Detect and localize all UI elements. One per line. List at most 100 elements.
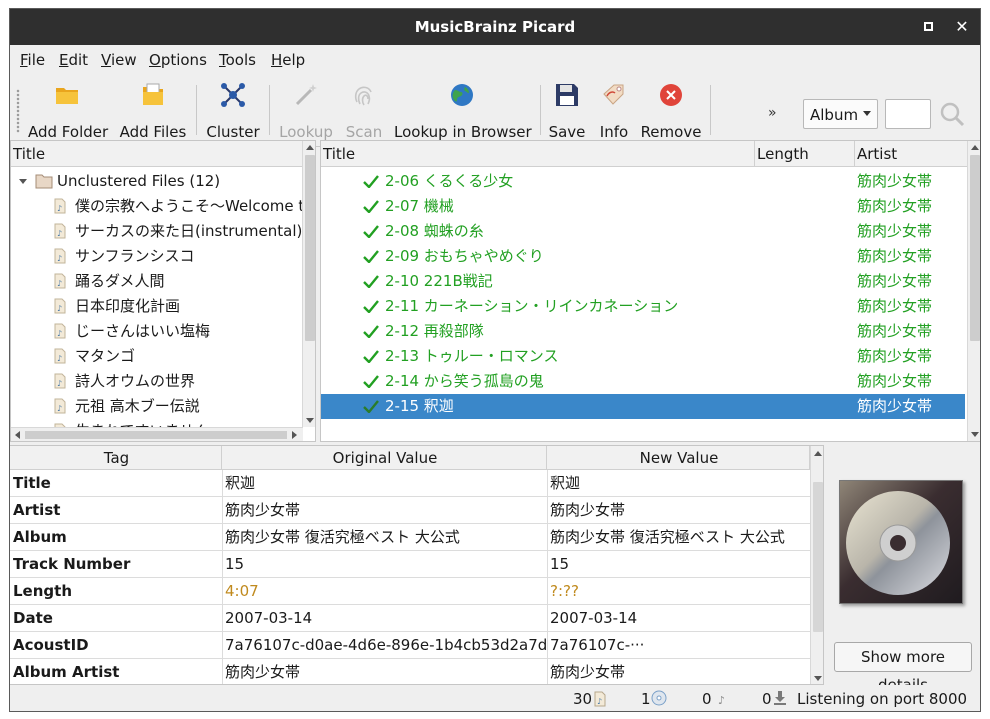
scroll-down-icon[interactable] (971, 432, 979, 437)
new-value: 2007-03-14 (550, 609, 638, 627)
svg-text:♪: ♪ (57, 229, 62, 238)
audio-file-icon: ♪ (54, 248, 66, 264)
menu-file[interactable]: File (20, 51, 45, 69)
tag-name: Title (13, 474, 51, 492)
column-original-value[interactable]: Original Value (222, 446, 547, 470)
original-value: 2007-03-14 (225, 609, 313, 627)
check-icon (363, 350, 379, 363)
scroll-right-icon[interactable] (292, 431, 297, 439)
metadata-row[interactable]: Title 釈迦 釈迦 (10, 470, 810, 497)
scrollbar-thumb[interactable] (813, 482, 823, 632)
track-row[interactable]: 2-08 蜘蛛の糸 筋肉少女帯 (321, 219, 965, 244)
file-tree-hscrollbar[interactable] (11, 427, 303, 441)
cd-icon (651, 690, 667, 706)
column-title[interactable]: Title (321, 141, 755, 167)
remove-button[interactable]: Remove (640, 79, 702, 141)
search-icon (940, 102, 965, 127)
check-icon (363, 400, 379, 413)
track-row[interactable]: 2-07 機械 筋肉少女帯 (321, 194, 965, 219)
metadata-row[interactable]: Track Number 15 15 (10, 551, 810, 578)
new-value: 15 (550, 555, 570, 573)
menu-tools[interactable]: Tools (219, 51, 256, 69)
track-artist: 筋肉少女帯 (857, 397, 933, 415)
toolbar-overflow-button[interactable]: » (768, 105, 777, 121)
new-value: 筋肉少女帯 (550, 501, 626, 519)
scroll-left-icon[interactable] (15, 431, 20, 439)
check-icon (363, 175, 379, 188)
column-length[interactable]: Length (755, 141, 855, 167)
search-type-select[interactable]: Album (803, 99, 878, 129)
track-row[interactable]: 2-10 221B戦記 筋肉少女帯 (321, 269, 965, 294)
search-button[interactable] (939, 101, 965, 131)
track-title: 2-06 くるくる少女 (385, 172, 514, 190)
check-icon (363, 275, 379, 288)
picard-window: MusicBrainz Picard ✕ File Edit View Opti… (9, 8, 981, 712)
track-row[interactable]: 2-06 くるくる少女 筋肉少女帯 (321, 169, 965, 194)
scroll-up-icon[interactable] (306, 145, 314, 150)
original-value: 15 (225, 555, 245, 573)
file-tree-header: Title (11, 141, 315, 167)
file-title: 僕の宗教へようこそ〜Welcome to (75, 197, 314, 215)
pending-file-icon: ♪ (718, 694, 725, 707)
check-icon (363, 300, 379, 313)
track-title: 2-08 蜘蛛の糸 (385, 222, 484, 240)
album-count: 1 (641, 690, 651, 708)
metadata-row[interactable]: Album 筋肉少女帯 復活究極ベスト 大公式 筋肉少女帯 復活究極ベスト 大公式 (10, 524, 810, 551)
metadata-row[interactable]: Album Artist 筋肉少女帯 筋肉少女帯 (10, 659, 810, 684)
file-tree-vscrollbar[interactable] (302, 141, 315, 427)
column-title[interactable]: Title (11, 141, 303, 167)
cover-art[interactable] (839, 480, 963, 604)
file-title: サーカスの来た日(instrumental) (75, 222, 303, 240)
lookup-button[interactable]: Lookup (276, 79, 336, 141)
check-icon (363, 325, 379, 338)
scrollbar-thumb[interactable] (970, 155, 980, 341)
add-folder-button[interactable]: Add Folder (28, 79, 108, 141)
cluster-button[interactable]: Cluster (202, 79, 264, 141)
track-row[interactable]: 2-13 トゥルー・ロマンス 筋肉少女帯 (321, 344, 965, 369)
save-button[interactable]: Save (547, 79, 587, 141)
menu-view[interactable]: View (101, 51, 137, 69)
menu-edit[interactable]: Edit (59, 51, 88, 69)
column-new-value[interactable]: New Value (547, 446, 810, 470)
metadata-row[interactable]: Length 4:07?:?? (10, 578, 810, 605)
track-row[interactable]: 2-15 釈迦 筋肉少女帯 (321, 394, 965, 419)
column-artist[interactable]: Artist (855, 141, 967, 167)
file-title: 踊るダメ人間 (75, 272, 165, 290)
tracks-vscrollbar[interactable] (967, 141, 980, 441)
status-bar: 30 ♪ 1 0 ♪ 0 Listening on port 8000 (10, 685, 980, 711)
menu-help[interactable]: Help (271, 51, 305, 69)
track-row[interactable]: 2-09 おもちゃやめぐり 筋肉少女帯 (321, 244, 965, 269)
column-tag[interactable]: Tag (10, 446, 222, 470)
info-button[interactable]: Info (594, 79, 634, 141)
tag-name: Artist (13, 501, 61, 519)
pending-requests-count: 0 (762, 690, 772, 708)
scrollbar-thumb[interactable] (305, 155, 315, 341)
track-row[interactable]: 2-12 再殺部隊 筋肉少女帯 (321, 319, 965, 344)
toolbar-separator (196, 85, 197, 135)
svg-text:♪: ♪ (57, 329, 62, 338)
metadata-vscrollbar[interactable] (810, 446, 823, 684)
scroll-down-icon[interactable] (306, 418, 314, 423)
show-more-details-button[interactable]: Show more details (834, 642, 972, 694)
tree-collapse-icon[interactable] (19, 179, 27, 184)
scrollbar-thumb[interactable] (25, 431, 287, 439)
scroll-down-icon[interactable] (814, 676, 822, 681)
search-input[interactable] (885, 99, 931, 129)
metadata-row[interactable]: Artist 筋肉少女帯 筋肉少女帯 (10, 497, 810, 524)
audio-file-icon: ♪ (54, 348, 66, 364)
close-button[interactable]: ✕ (952, 17, 972, 37)
scan-button[interactable]: Scan (342, 79, 386, 141)
maximize-button[interactable] (918, 17, 938, 37)
track-title: 2-15 釈迦 (385, 397, 454, 415)
lookup-in-browser-button[interactable]: Lookup in Browser (394, 79, 532, 141)
metadata-row[interactable]: AcoustID 7a76107c-d0ae-4d6e-896e-1b4cb53d… (10, 632, 810, 659)
menu-options[interactable]: Options (149, 51, 207, 69)
scroll-up-icon[interactable] (971, 145, 979, 150)
metadata-row[interactable]: Date 2007-03-14 2007-03-14 (10, 605, 810, 632)
add-files-button[interactable]: Add Files (116, 79, 190, 141)
track-row[interactable]: 2-14 から笑う孤島の鬼 筋肉少女帯 (321, 369, 965, 394)
toolbar-grip[interactable] (16, 89, 20, 133)
track-row[interactable]: 2-11 カーネーション・リインカネーション 筋肉少女帯 (321, 294, 965, 319)
scroll-up-icon[interactable] (814, 451, 822, 456)
pending-files-count: 0 (702, 690, 712, 708)
